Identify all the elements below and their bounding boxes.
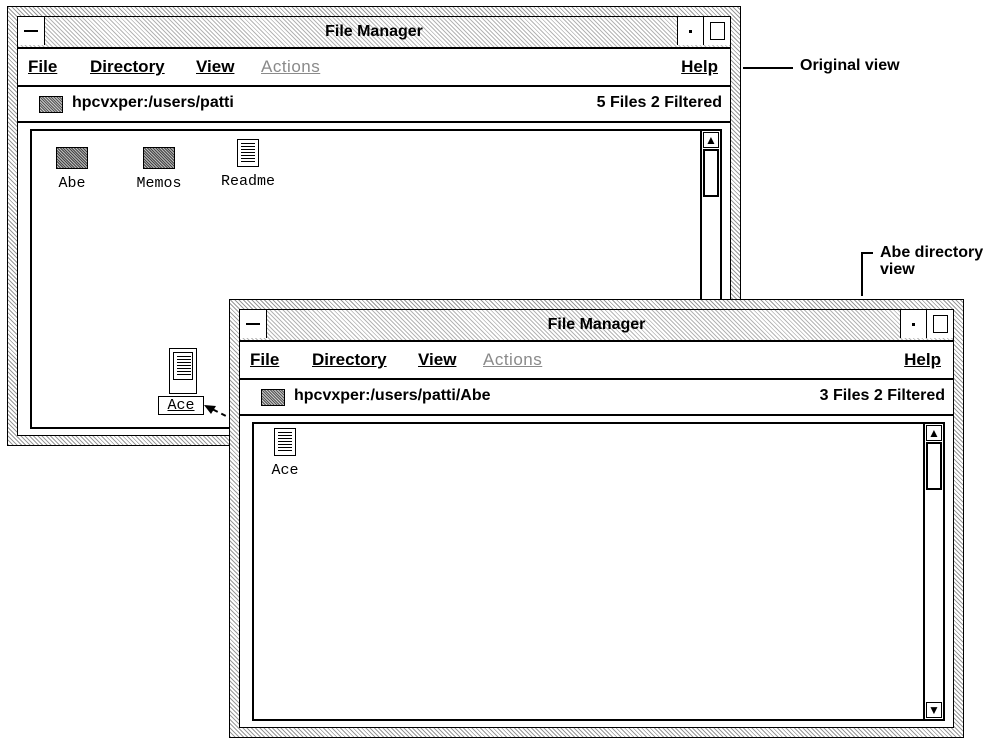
file-icon-abe[interactable]: Abe <box>47 147 97 192</box>
path-bar: hpcvxper:/users/patti 5 Files 2 Filtered <box>18 87 730 123</box>
file-pane[interactable]: Ace <box>252 422 925 721</box>
document-icon <box>237 139 259 167</box>
menu-directory[interactable]: Directory <box>90 57 165 77</box>
menu-actions: Actions <box>483 350 543 369</box>
file-view-area: Ace ▲ ▼ <box>240 416 953 727</box>
title-bar[interactable]: File Manager <box>18 17 730 49</box>
callout-line-original <box>743 67 793 69</box>
callout-abe-line1: Abe directory <box>880 244 984 261</box>
menu-view[interactable]: View <box>196 57 234 77</box>
file-count: 5 Files 2 Filtered <box>596 94 722 111</box>
maximize-button[interactable] <box>926 310 953 338</box>
menu-help[interactable]: Help <box>904 350 941 370</box>
file-label: Abe <box>58 175 86 192</box>
scroll-thumb[interactable] <box>926 442 942 490</box>
drag-ghost-ace[interactable]: Ace <box>157 348 205 415</box>
scroll-up-arrow-icon[interactable]: ▲ <box>926 425 942 441</box>
file-icon-memos[interactable]: Memos <box>127 147 191 192</box>
title-bar[interactable]: File Manager <box>240 310 953 342</box>
scroll-thumb[interactable] <box>703 149 719 197</box>
current-path: hpcvxper:/users/patti <box>72 94 234 111</box>
menu-help[interactable]: Help <box>681 57 718 77</box>
window-frame-inner: File Manager File Directory View Actions… <box>239 309 954 728</box>
menu-actions: Actions <box>261 57 321 76</box>
maximize-button[interactable] <box>703 17 730 45</box>
file-label: Readme <box>220 173 275 190</box>
menu-file[interactable]: File <box>28 57 57 77</box>
file-label: Ace <box>271 462 299 479</box>
vertical-scrollbar[interactable]: ▲ ▼ <box>923 422 945 721</box>
scroll-down-arrow-icon[interactable]: ▼ <box>926 702 942 718</box>
file-icon-readme[interactable]: Readme <box>212 139 284 190</box>
menu-directory[interactable]: Directory <box>312 350 387 370</box>
scroll-up-arrow-icon[interactable]: ▲ <box>703 132 719 148</box>
window-title: File Manager <box>325 23 423 40</box>
window-title: File Manager <box>547 316 646 333</box>
folder-icon <box>143 147 175 169</box>
callout-abe-line2: view <box>880 261 915 278</box>
window-menu-button[interactable] <box>240 310 267 338</box>
menu-file[interactable]: File <box>250 350 279 370</box>
file-count: 3 Files 2 Filtered <box>819 387 945 404</box>
minimize-button[interactable] <box>677 17 704 45</box>
folder-icon <box>56 147 88 169</box>
file-label: Memos <box>136 175 182 192</box>
current-path: hpcvxper:/users/patti/Abe <box>294 387 491 404</box>
file-manager-window-abe: File Manager File Directory View Actions… <box>229 299 964 738</box>
callout-line-abe-vertical <box>861 252 863 296</box>
callout-abe-directory-view: Abe directory view <box>880 244 983 278</box>
callout-line-abe-horizontal <box>861 252 873 254</box>
window-menu-button[interactable] <box>18 17 45 45</box>
minimize-button[interactable] <box>900 310 927 338</box>
drag-ghost-label: Ace <box>158 396 204 415</box>
folder-icon <box>39 96 63 113</box>
folder-icon <box>261 389 285 406</box>
menu-bar: File Directory View Actions Help <box>240 342 953 380</box>
document-icon <box>274 428 296 456</box>
menu-bar: File Directory View Actions Help <box>18 49 730 87</box>
file-icon-ace[interactable]: Ace <box>260 428 310 479</box>
path-bar: hpcvxper:/users/patti/Abe 3 Files 2 Filt… <box>240 380 953 416</box>
callout-original-view: Original view <box>800 57 900 74</box>
menu-view[interactable]: View <box>418 350 456 370</box>
document-icon <box>173 352 193 380</box>
